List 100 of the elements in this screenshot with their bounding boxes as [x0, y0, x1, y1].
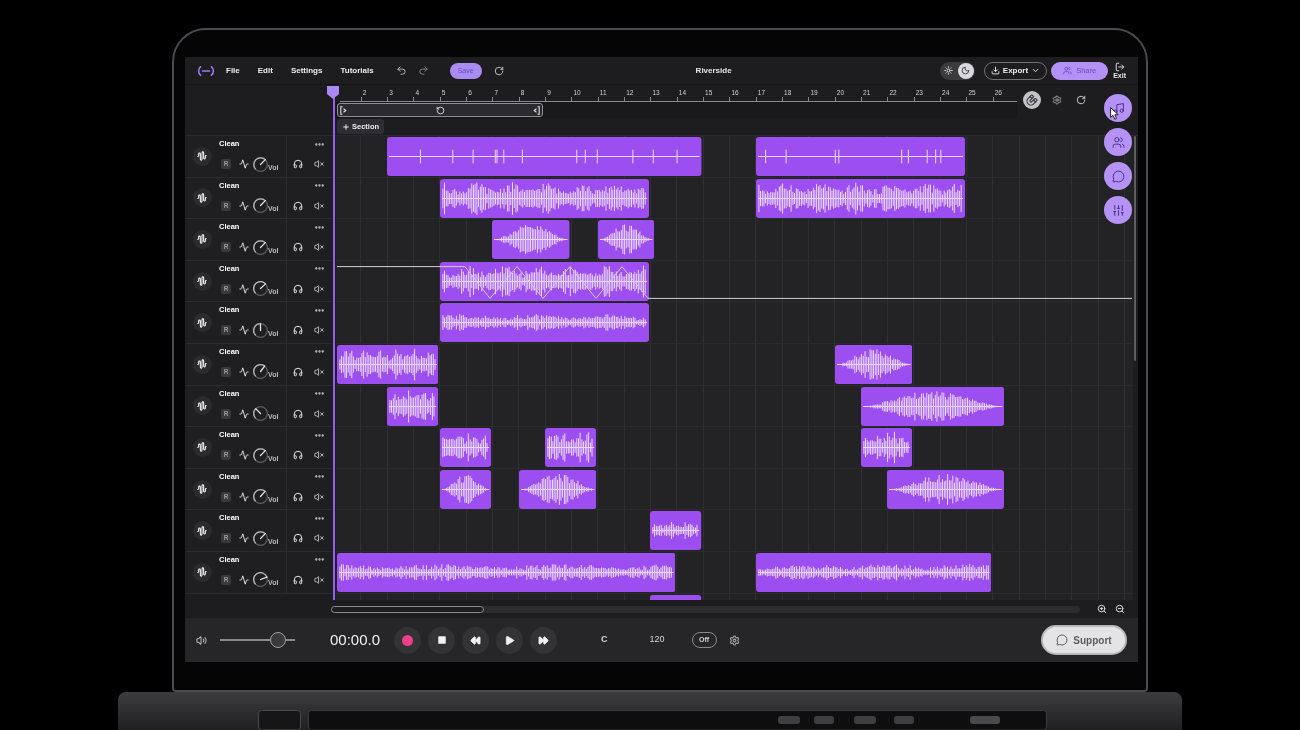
volume-knob[interactable] — [253, 364, 268, 380]
theme-toggle[interactable] — [939, 61, 975, 80]
audio-clip[interactable] — [439, 178, 649, 218]
mute-icon[interactable] — [314, 533, 324, 544]
volume-knob[interactable] — [253, 572, 268, 588]
people-button[interactable] — [1104, 128, 1132, 156]
fast-forward-button[interactable] — [530, 626, 558, 654]
headphones-icon[interactable] — [293, 242, 303, 253]
audio-clip[interactable] — [755, 178, 965, 218]
volume-slider[interactable] — [220, 632, 295, 648]
pulse-icon[interactable] — [239, 366, 249, 377]
stop-button[interactable] — [428, 626, 456, 654]
mute-icon[interactable] — [314, 159, 324, 169]
rewind-button[interactable] — [462, 626, 490, 654]
audio-clip[interactable] — [439, 428, 491, 468]
undo-icon[interactable] — [395, 65, 407, 76]
audio-clip[interactable] — [861, 428, 913, 468]
audio-clip[interactable] — [439, 469, 491, 509]
volume-knob[interactable] — [253, 530, 268, 546]
audio-clip[interactable] — [861, 386, 1005, 426]
volume-knob[interactable] — [253, 322, 268, 338]
audio-clip[interactable] — [387, 386, 439, 426]
theme-option[interactable] — [957, 62, 974, 79]
mute-icon[interactable] — [314, 325, 324, 336]
pulse-icon[interactable] — [239, 491, 249, 502]
mute-icon[interactable] — [314, 283, 324, 294]
record-button[interactable] — [394, 626, 422, 654]
pulse-icon[interactable] — [239, 200, 249, 211]
headphones-icon[interactable] — [293, 450, 303, 461]
vertical-scrollbar[interactable] — [1134, 136, 1136, 361]
playhead-handle[interactable] — [327, 86, 339, 99]
pulse-icon[interactable] — [239, 450, 249, 461]
headphones-icon[interactable] — [293, 366, 303, 377]
audio-clip[interactable] — [336, 552, 676, 592]
headphones-icon[interactable] — [293, 159, 303, 169]
volume-knob[interactable] — [253, 156, 268, 172]
volume-knob[interactable] — [253, 406, 268, 422]
volume-icon[interactable] — [196, 634, 207, 646]
headphones-icon[interactable] — [293, 491, 303, 502]
audio-clip[interactable] — [755, 552, 992, 592]
audio-clip[interactable] — [755, 137, 965, 176]
audio-clip[interactable] — [387, 137, 702, 176]
audio-clip[interactable] — [545, 428, 597, 468]
menu-item[interactable]: File — [226, 64, 240, 77]
refresh-icon[interactable] — [493, 65, 504, 76]
loop-region[interactable] — [337, 103, 543, 117]
audio-clip[interactable] — [834, 344, 913, 384]
audio-clip[interactable] — [492, 220, 570, 260]
slider-thumb[interactable] — [269, 632, 286, 648]
headphones-icon[interactable] — [293, 200, 303, 211]
tempo-label[interactable]: 120 — [649, 633, 665, 647]
volume-knob[interactable] — [253, 489, 268, 505]
scrollbar-thumb[interactable] — [331, 605, 484, 613]
key-label[interactable]: C — [601, 633, 608, 647]
magnet-icon[interactable] — [1023, 91, 1041, 109]
pulse-icon[interactable] — [239, 159, 249, 169]
audio-clip[interactable] — [650, 511, 702, 551]
volume-knob[interactable] — [253, 447, 268, 463]
mute-icon[interactable] — [314, 366, 324, 377]
headphones-icon[interactable] — [293, 408, 303, 419]
loop-end-icon[interactable] — [533, 105, 540, 115]
volume-knob[interactable] — [253, 281, 268, 297]
pulse-icon[interactable] — [239, 325, 249, 336]
loop-start-icon[interactable] — [340, 105, 347, 115]
pulse-icon[interactable] — [239, 242, 249, 253]
pulse-icon[interactable] — [239, 574, 249, 585]
volume-knob[interactable] — [253, 239, 268, 255]
mute-icon[interactable] — [314, 491, 324, 502]
audio-clip[interactable] — [439, 303, 649, 343]
mute-icon[interactable] — [314, 200, 324, 211]
pulse-icon[interactable] — [239, 533, 249, 544]
pulse-icon[interactable] — [239, 283, 249, 294]
horizontal-scrollbar[interactable] — [331, 605, 1080, 613]
menu-item[interactable]: Tutorials — [340, 64, 374, 77]
zoom-out-icon[interactable] — [1115, 604, 1125, 614]
menu-item[interactable]: Edit — [257, 64, 273, 77]
refresh-icon[interactable] — [1076, 95, 1086, 105]
mute-icon[interactable] — [314, 242, 324, 253]
volume-knob[interactable] — [253, 198, 268, 214]
audio-clip[interactable] — [518, 469, 597, 509]
play-button[interactable] — [496, 626, 524, 654]
zoom-in-icon[interactable] — [1097, 604, 1107, 614]
settings-icon[interactable] — [1052, 95, 1062, 105]
audio-clip[interactable] — [597, 220, 655, 260]
music-button[interactable] — [1104, 94, 1132, 122]
logo-icon[interactable] — [197, 65, 215, 76]
audio-clip[interactable] — [336, 344, 439, 384]
support-button[interactable]: Support — [1041, 625, 1127, 655]
menu-item[interactable]: Settings — [290, 64, 323, 77]
mute-icon[interactable] — [314, 450, 324, 461]
mute-icon[interactable] — [314, 408, 324, 419]
headphones-icon[interactable] — [293, 533, 303, 544]
audio-clip[interactable] — [439, 261, 649, 301]
redo-icon[interactable] — [417, 65, 429, 76]
settings-icon[interactable] — [728, 634, 740, 646]
mute-icon[interactable] — [314, 574, 324, 585]
loop-icon[interactable] — [435, 105, 445, 115]
headphones-icon[interactable] — [293, 325, 303, 336]
pulse-icon[interactable] — [239, 408, 249, 419]
headphones-icon[interactable] — [293, 574, 303, 585]
